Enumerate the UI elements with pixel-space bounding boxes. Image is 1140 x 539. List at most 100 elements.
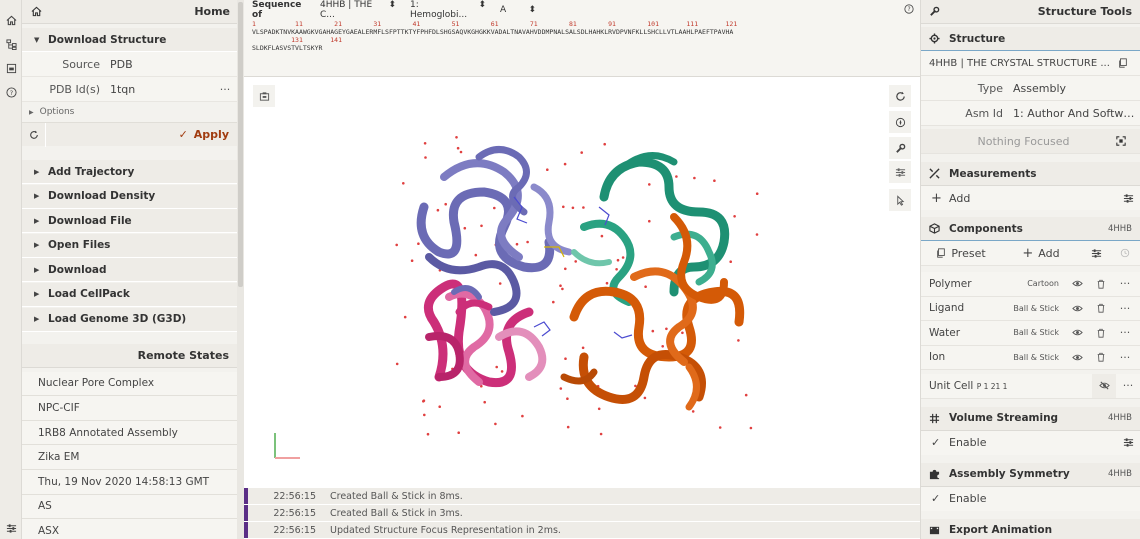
component-polymer[interactable]: Polymer Cartoon ···: [921, 272, 1140, 297]
add-component-button[interactable]: + Add: [1001, 246, 1081, 261]
measurements-header[interactable]: Measurements: [921, 162, 1140, 186]
unit-cell-row[interactable]: Unit Cell P 1 21 1 ···: [921, 373, 1140, 399]
remote-state-item[interactable]: ASX: [22, 519, 237, 539]
component-ligand[interactable]: Ligand Ball & Stick ···: [921, 296, 1140, 321]
action-download[interactable]: ▶ Download: [22, 258, 237, 283]
svg-text:?: ?: [907, 7, 910, 13]
3d-viewport[interactable]: [244, 77, 920, 488]
pdb-ids-input[interactable]: 1tqn: [110, 83, 213, 96]
chain-select[interactable]: A ⬍: [494, 5, 544, 15]
refresh-icon[interactable]: [22, 122, 46, 147]
grid-icon: [929, 413, 949, 424]
state-tree-icon[interactable]: [0, 32, 22, 56]
right-panel: Structure Tools Structure 4HHB | THE CRY…: [920, 0, 1140, 539]
water-dot: [436, 208, 440, 212]
log-panel: 22:56:15 Created Ball & Stick in 8ms. 22:5…: [244, 488, 920, 539]
help-icon[interactable]: ?: [904, 4, 914, 14]
action-load-genome-3d-g3d[interactable]: ▶ Load Genome 3D (G3D): [22, 307, 237, 332]
water-dot: [615, 268, 618, 271]
source-param[interactable]: Source PDB: [22, 52, 237, 77]
delete-icon[interactable]: [1089, 272, 1113, 296]
more-options-icon[interactable]: ···: [1113, 272, 1137, 296]
visibility-icon[interactable]: [1065, 296, 1089, 320]
components-header[interactable]: Components 4HHB: [921, 217, 1140, 241]
sequence-residues-2[interactable]: SLDKFLASVSTVLTSKYR: [244, 44, 920, 52]
add-measurement-button[interactable]: + Add: [921, 186, 1140, 210]
more-options-icon[interactable]: ···: [213, 83, 237, 96]
more-options-icon[interactable]: ···: [1113, 321, 1137, 345]
more-options-icon[interactable]: ···: [1116, 374, 1140, 398]
left-scrollbar[interactable]: [237, 0, 244, 539]
remote-state-item[interactable]: NPC-CIF: [22, 396, 237, 421]
structure-tools-header: Structure Tools: [921, 0, 1140, 24]
delete-icon[interactable]: [1089, 321, 1113, 345]
source-select[interactable]: PDB: [110, 58, 237, 71]
settings-sliders-icon[interactable]: [0, 516, 22, 539]
hemoglobin-molecule-render[interactable]: [244, 77, 920, 488]
preset-button[interactable]: Preset: [921, 247, 1001, 260]
component-repr[interactable]: Ball & Stick: [1001, 353, 1065, 362]
delete-icon[interactable]: [1089, 296, 1113, 320]
enable-symmetry-button[interactable]: ✓ Enable: [921, 486, 1140, 511]
component-ion[interactable]: Ion Ball & Stick ···: [921, 345, 1140, 370]
water-dot: [562, 205, 565, 209]
expand-triangle-icon: ▶: [34, 167, 40, 176]
remote-state-item[interactable]: Zika EM: [22, 445, 237, 470]
pdb-ids-param[interactable]: PDB Id(s) 1tqn ···: [22, 77, 237, 102]
action-load-cellpack[interactable]: ▶ Load CellPack: [22, 282, 237, 307]
entity-select[interactable]: 1: Hemoglobi... ⬍: [404, 0, 494, 20]
remote-state-item[interactable]: Nuclear Pore Complex: [22, 371, 237, 397]
apply-button[interactable]: ✓ Apply: [46, 128, 237, 141]
action-download-file[interactable]: ▶ Download File: [22, 209, 237, 234]
focus-row[interactable]: Nothing Focused: [921, 129, 1140, 154]
action-download-density[interactable]: ▶ Download Density: [22, 184, 237, 209]
component-water[interactable]: Water Ball & Stick ···: [921, 321, 1140, 346]
action-open-files[interactable]: ▶ Open Files: [22, 233, 237, 258]
sequence-residues-1[interactable]: VLSPADKTNVKAAWGKVGAHAGEYGAEALERMFLSFPTTK…: [244, 28, 920, 36]
water-dot: [395, 362, 399, 366]
type-param[interactable]: Type Assembly: [921, 76, 1140, 101]
expand-triangle-icon: ▶: [34, 241, 40, 250]
visibility-icon[interactable]: [1065, 272, 1089, 296]
remote-state-item[interactable]: 1RB8 Annotated Assembly: [22, 420, 237, 446]
component-repr[interactable]: Ball & Stick: [1001, 304, 1065, 313]
water-dot: [521, 414, 524, 418]
snapshots-icon[interactable]: [0, 56, 22, 80]
water-dot: [605, 281, 609, 285]
more-options-icon[interactable]: ···: [1113, 296, 1137, 320]
film-icon: [929, 525, 949, 536]
settings-sliders-icon[interactable]: [1081, 248, 1111, 259]
water-dot: [729, 260, 732, 263]
sequence-label: Sequence of: [252, 0, 302, 20]
more-options-icon[interactable]: ···: [1113, 345, 1137, 369]
structure-select[interactable]: 4HHB | THE CRYSTAL STRUCTURE ...: [921, 51, 1140, 76]
delete-icon[interactable]: [1089, 345, 1113, 369]
enable-volume-button[interactable]: ✓ Enable: [921, 430, 1140, 455]
download-structure-header[interactable]: ▼ Download Structure: [22, 28, 237, 52]
home-icon[interactable]: [0, 8, 22, 32]
action-add-trajectory[interactable]: ▶ Add Trajectory: [22, 160, 237, 184]
water-dot: [599, 432, 603, 436]
remote-state-item[interactable]: AS: [22, 494, 237, 520]
assembly-symmetry-header[interactable]: Assembly Symmetry 4HHB: [921, 462, 1140, 487]
visibility-off-icon[interactable]: [1092, 373, 1116, 398]
volume-streaming-header[interactable]: Volume Streaming 4HHB: [921, 406, 1140, 431]
visibility-icon[interactable]: [1065, 321, 1089, 345]
remote-state-item[interactable]: Thu, 19 Nov 2020 14:58:13 GMT: [22, 469, 237, 495]
visibility-icon[interactable]: [1065, 345, 1089, 369]
settings-sliders-icon[interactable]: [1116, 186, 1140, 210]
copy-icon[interactable]: [1118, 58, 1140, 68]
settings-sliders-icon[interactable]: [1116, 431, 1140, 455]
options-toggle[interactable]: ▶ Options: [22, 102, 237, 122]
component-repr[interactable]: Ball & Stick: [1001, 328, 1065, 337]
asm-id-param[interactable]: Asm Id 1: Author And Softwar...: [921, 101, 1140, 126]
home-icon[interactable]: [31, 6, 42, 17]
export-animation-header[interactable]: Export Animation: [921, 518, 1140, 539]
water-dot: [474, 253, 478, 257]
history-icon[interactable]: [1111, 248, 1139, 258]
component-repr[interactable]: Cartoon: [1001, 279, 1065, 288]
help-icon[interactable]: ?: [0, 80, 22, 104]
structure-section-header[interactable]: Structure: [921, 27, 1140, 51]
focus-target-icon[interactable]: [1116, 136, 1140, 146]
structure-select[interactable]: 4HHB | THE C... ⬍: [314, 0, 404, 20]
